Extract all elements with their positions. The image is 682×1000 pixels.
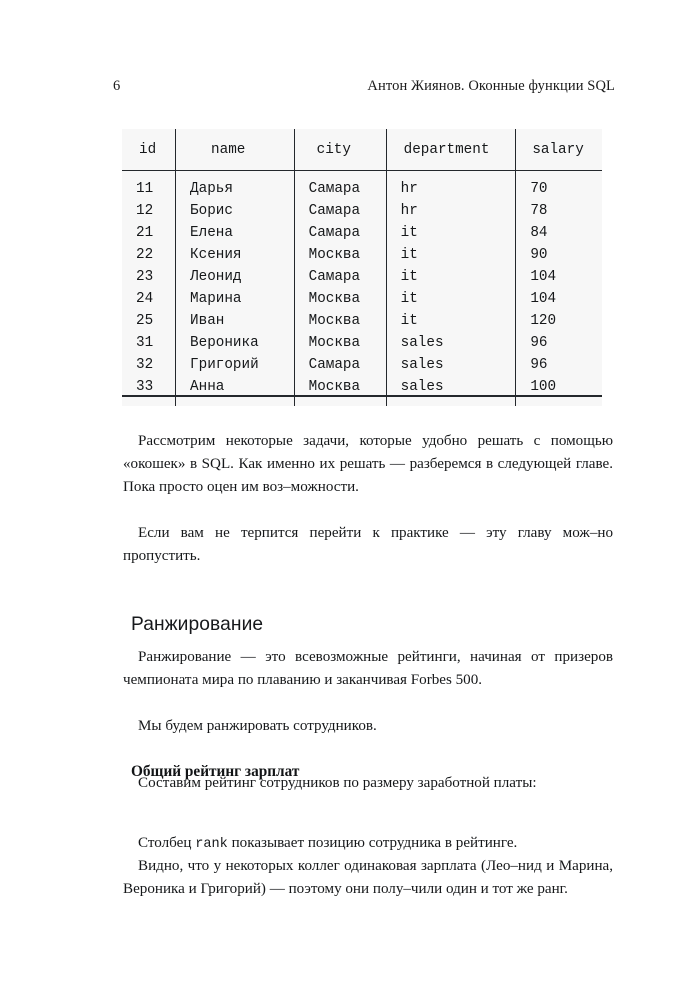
cell-name: Вероника	[175, 332, 295, 354]
cell-salary: 78	[515, 200, 602, 222]
cell-department: it	[385, 266, 516, 288]
cell-salary: 104	[515, 288, 602, 310]
employees-table-wrapper: id name city department salary 11 Дарья …	[122, 129, 602, 406]
section-heading-ranking: Ранжирование	[131, 613, 264, 635]
text-before-code: Столбец	[138, 835, 196, 851]
paragraph-text: Составим рейтинг сотрудников по размеру …	[138, 775, 537, 791]
cell-city: Москва	[293, 244, 387, 266]
cell-salary: 104	[515, 266, 602, 288]
cell-salary: 120	[515, 310, 602, 332]
table-header: id name city department salary	[122, 129, 602, 171]
cell-city: Самара	[293, 170, 387, 200]
paragraph-rank-employees: Мы будем ранжировать сотрудников.	[123, 715, 613, 738]
cell-department: it	[385, 288, 516, 310]
table-row: 25 Иван Москва it 120	[122, 310, 602, 332]
cell-id: 25	[122, 310, 176, 332]
paragraph-skip-chapter: Если вам не терпится перейти к практике …	[123, 522, 613, 568]
paragraph-text: Если вам не терпится перейти к практике …	[123, 525, 613, 565]
cell-city: Москва	[293, 310, 387, 332]
cell-city: Самара	[293, 200, 387, 222]
table-row: 22 Ксения Москва it 90	[122, 244, 602, 266]
inline-code-rank: rank	[195, 837, 228, 852]
paragraph-text: Столбец rank показывает позицию сотрудни…	[123, 832, 613, 856]
text-after-code: показывает позицию сотрудника в рейтинге…	[227, 835, 518, 851]
cell-salary: 84	[515, 222, 602, 244]
table-header-row: id name city department salary	[122, 129, 602, 171]
cell-department: it	[385, 244, 516, 266]
paragraph-intro-tasks: Рассмотрим некоторые задачи, которые удо…	[123, 430, 613, 500]
cell-city: Москва	[293, 376, 387, 406]
cell-id: 32	[122, 354, 176, 376]
table-row: 32 Григорий Самара sales 96	[122, 354, 602, 376]
column-header-id: id	[122, 129, 176, 171]
paragraph-ranking-definition: Ранжирование — это всевозможные рейтинги…	[123, 646, 613, 692]
table-row: 11 Дарья Самара hr 70	[122, 170, 602, 200]
cell-salary: 100	[515, 376, 602, 406]
paragraph-text: Мы будем ранжировать сотрудников.	[138, 718, 377, 734]
cell-id: 12	[122, 200, 176, 222]
paragraph-text: Видно, что у некоторых коллег одинаковая…	[123, 858, 613, 898]
running-title: Антон Жиянов. Оконные функции SQL	[367, 78, 615, 94]
cell-id: 22	[122, 244, 176, 266]
cell-id: 21	[122, 222, 176, 244]
table-row: 31 Вероника Москва sales 96	[122, 332, 602, 354]
cell-name: Дарья	[175, 170, 295, 200]
cell-department: it	[385, 310, 516, 332]
column-header-salary: salary	[515, 129, 602, 171]
cell-name: Леонид	[175, 266, 295, 288]
column-header-city: city	[293, 129, 387, 171]
paragraph-text: Ранжирование — это всевозможные рейтинги…	[123, 649, 613, 689]
cell-city: Москва	[293, 332, 387, 354]
cell-department: it	[385, 222, 516, 244]
table-row: 24 Марина Москва it 104	[122, 288, 602, 310]
paragraph-equal-salaries: Видно, что у некоторых коллег одинаковая…	[123, 855, 613, 901]
employees-table: id name city department salary 11 Дарья …	[122, 129, 602, 406]
cell-name: Григорий	[175, 354, 295, 376]
cell-id: 24	[122, 288, 176, 310]
cell-name: Елена	[175, 222, 295, 244]
cell-salary: 70	[515, 170, 602, 200]
cell-salary: 96	[515, 332, 602, 354]
document-page: 6 Антон Жиянов. Оконные функции SQL id n…	[0, 0, 682, 1000]
cell-salary: 90	[515, 244, 602, 266]
table-row: 23 Леонид Самара it 104	[122, 266, 602, 288]
cell-id: 23	[122, 266, 176, 288]
cell-city: Самара	[293, 266, 387, 288]
cell-name: Анна	[175, 376, 295, 406]
cell-department: sales	[385, 332, 516, 354]
cell-id: 31	[122, 332, 176, 354]
table-row: 33 Анна Москва sales 100	[122, 376, 602, 406]
cell-department: hr	[385, 200, 516, 222]
cell-id: 11	[122, 170, 176, 200]
table-row: 12 Борис Самара hr 78	[122, 200, 602, 222]
cell-city: Москва	[293, 288, 387, 310]
cell-department: sales	[385, 376, 516, 406]
paragraph-compose-ranking: Составим рейтинг сотрудников по размеру …	[123, 772, 613, 795]
paragraph-text: Рассмотрим некоторые задачи, которые удо…	[123, 433, 613, 496]
page-number: 6	[113, 78, 121, 94]
cell-id: 33	[122, 376, 176, 406]
cell-salary: 96	[515, 354, 602, 376]
cell-name: Иван	[175, 310, 295, 332]
cell-city: Самара	[293, 354, 387, 376]
column-header-department: department	[385, 129, 516, 171]
running-head: 6 Антон Жиянов. Оконные функции SQL	[113, 78, 615, 98]
table-bottom-rule	[122, 395, 602, 397]
paragraph-rank-column: Столбец rank показывает позицию сотрудни…	[123, 832, 613, 856]
cell-department: sales	[385, 354, 516, 376]
cell-name: Борис	[175, 200, 295, 222]
cell-department: hr	[385, 170, 516, 200]
cell-city: Самара	[293, 222, 387, 244]
table-row: 21 Елена Самара it 84	[122, 222, 602, 244]
table-body: 11 Дарья Самара hr 70 12 Борис Самара hr…	[122, 170, 602, 406]
cell-name: Ксения	[175, 244, 295, 266]
cell-name: Марина	[175, 288, 295, 310]
column-header-name: name	[175, 129, 295, 171]
